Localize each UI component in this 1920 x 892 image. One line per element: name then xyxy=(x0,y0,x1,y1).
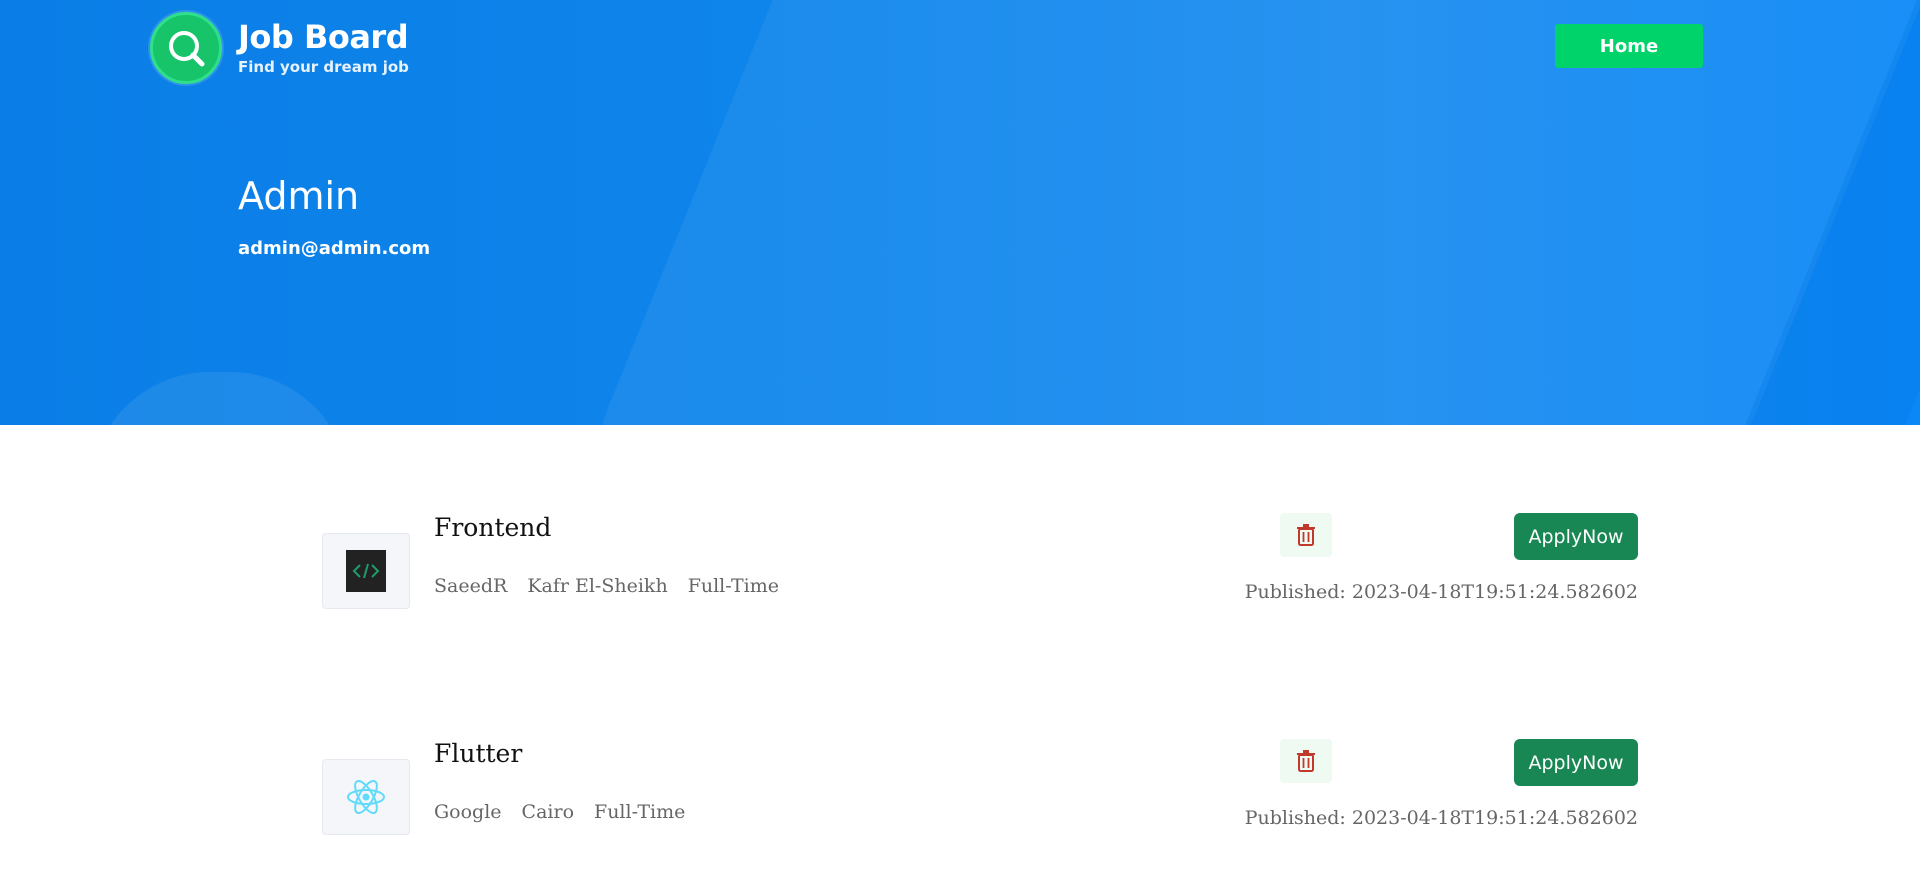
job-listing: Flutter Google Cairo Full-Time ApplyNow … xyxy=(322,739,1638,859)
job-location: Cairo xyxy=(521,801,575,823)
delete-button[interactable] xyxy=(1280,513,1332,557)
code-icon xyxy=(346,550,386,592)
job-title[interactable]: Frontend xyxy=(434,513,551,542)
job-meta: SaeedR Kafr El-Sheikh Full-Time xyxy=(434,575,779,597)
job-listing: Frontend SaeedR Kafr El-Sheikh Full-Time… xyxy=(322,513,1638,633)
trash-icon xyxy=(1297,750,1315,772)
hero-decoration xyxy=(570,0,1920,425)
hero-banner: Job Board Find your dream job Home Admin… xyxy=(0,0,1920,425)
job-type: Full-Time xyxy=(687,575,780,597)
job-company: SaeedR xyxy=(434,575,508,597)
delete-button[interactable] xyxy=(1280,739,1332,783)
react-icon xyxy=(347,780,385,814)
hero-decoration xyxy=(90,372,350,425)
published-date: Published: 2023-04-18T19:51:24.582602 xyxy=(1244,581,1638,603)
job-logo xyxy=(322,533,410,609)
search-icon xyxy=(150,12,222,84)
profile-email: admin@admin.com xyxy=(238,238,431,259)
job-meta: Google Cairo Full-Time xyxy=(434,801,685,823)
job-logo xyxy=(322,759,410,835)
apply-now-button[interactable]: ApplyNow xyxy=(1514,739,1638,786)
published-date: Published: 2023-04-18T19:51:24.582602 xyxy=(1244,807,1638,829)
brand-logo[interactable]: Job Board Find your dream job xyxy=(150,12,409,84)
job-company: Google xyxy=(434,801,502,823)
profile-name: Admin xyxy=(238,174,360,218)
job-type: Full-Time xyxy=(594,801,686,823)
apply-now-button[interactable]: ApplyNow xyxy=(1514,513,1638,560)
brand-subtitle: Find your dream job xyxy=(238,58,409,76)
trash-icon xyxy=(1297,524,1315,546)
job-title[interactable]: Flutter xyxy=(434,739,522,768)
home-button[interactable]: Home xyxy=(1555,24,1703,68)
job-location: Kafr El-Sheikh xyxy=(527,575,668,597)
brand-title: Job Board xyxy=(238,18,409,56)
profile-header: Admin admin@admin.com xyxy=(238,172,430,259)
